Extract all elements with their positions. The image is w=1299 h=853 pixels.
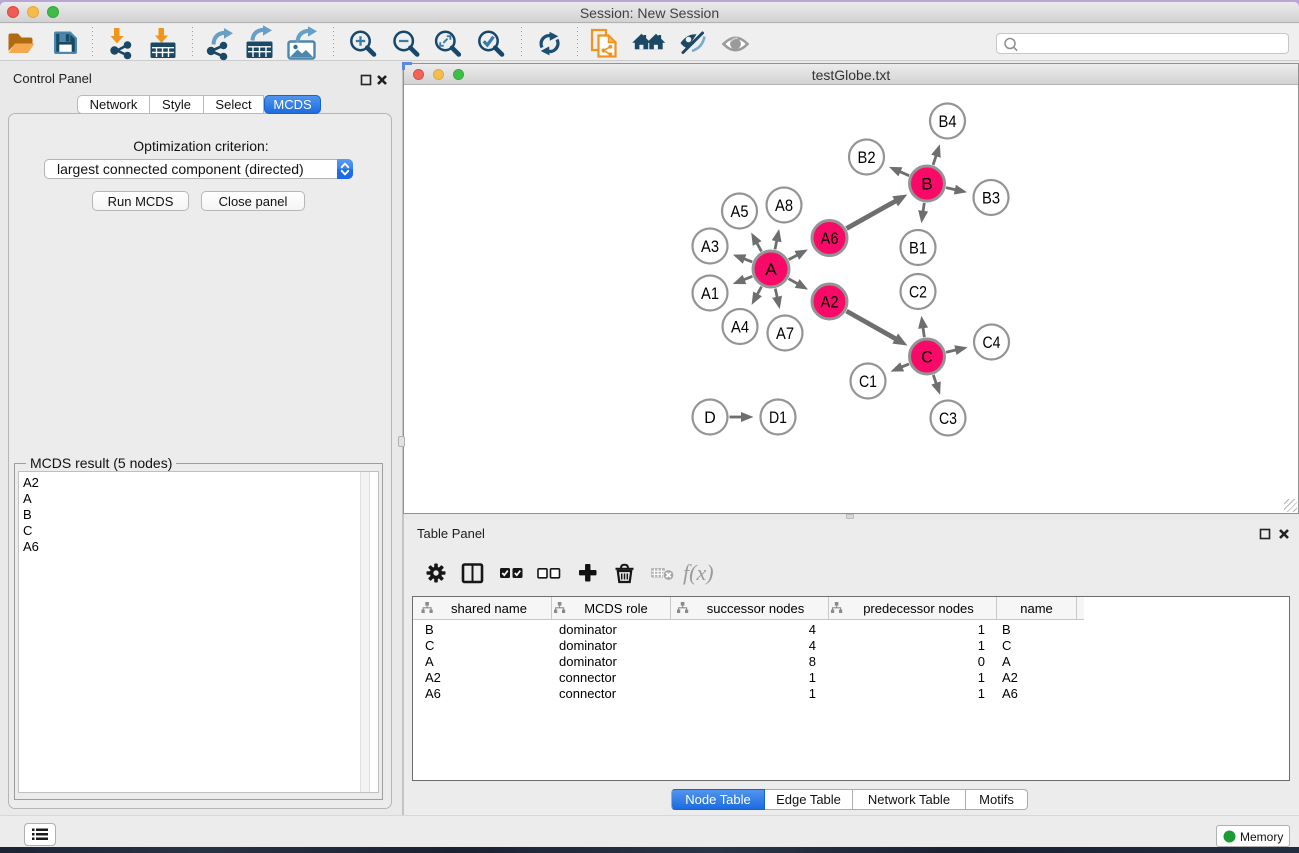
- svg-text:C3: C3: [939, 409, 957, 428]
- svg-text:C: C: [921, 348, 933, 367]
- svg-text:f(x): f(x): [683, 560, 714, 585]
- svg-text:D1: D1: [769, 408, 787, 427]
- svg-text:B2: B2: [858, 148, 876, 167]
- svg-text:A3: A3: [701, 237, 719, 256]
- svg-text:A1: A1: [701, 284, 719, 303]
- svg-text:A8: A8: [775, 196, 793, 215]
- svg-text:B3: B3: [982, 189, 1000, 208]
- svg-text:B1: B1: [909, 239, 927, 258]
- svg-text:A5: A5: [731, 202, 749, 221]
- svg-text:A2: A2: [821, 293, 839, 312]
- svg-text:B: B: [921, 175, 933, 194]
- svg-text:C4: C4: [983, 333, 1001, 352]
- svg-text:A4: A4: [731, 318, 749, 337]
- svg-text:A: A: [765, 260, 777, 279]
- svg-text:A6: A6: [821, 229, 839, 248]
- svg-text:C2: C2: [909, 283, 927, 302]
- svg-text:C1: C1: [859, 372, 877, 391]
- svg-text:A7: A7: [776, 324, 794, 343]
- svg-text:B4: B4: [939, 112, 957, 131]
- svg-text:D: D: [704, 408, 716, 427]
